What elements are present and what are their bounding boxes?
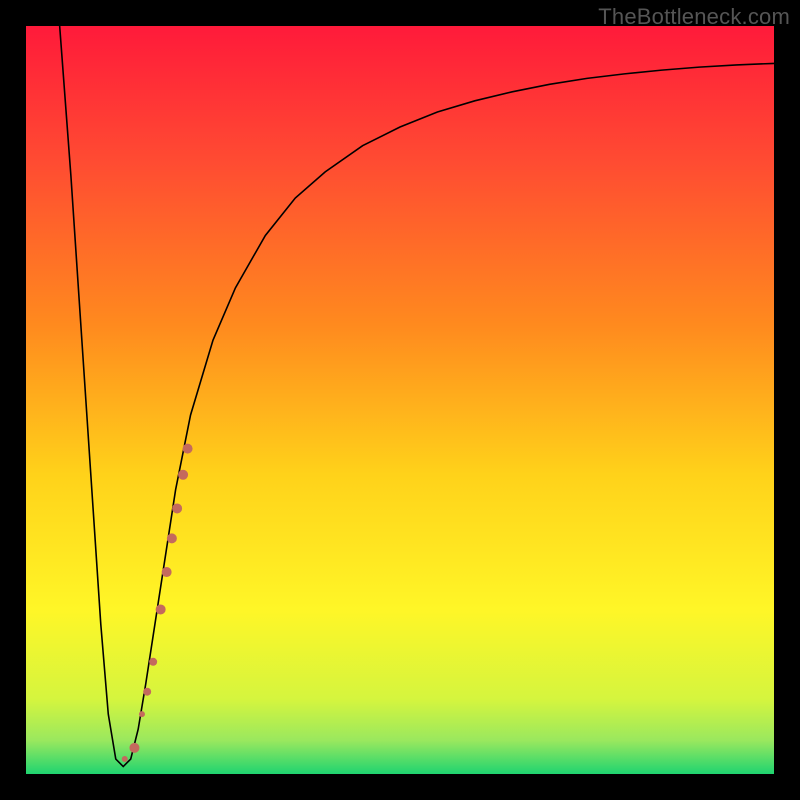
data-point: [178, 470, 188, 480]
watermark-text: TheBottleneck.com: [598, 4, 790, 30]
data-point: [122, 756, 128, 762]
data-point: [149, 658, 157, 666]
data-point: [183, 444, 193, 454]
data-point: [162, 567, 172, 577]
chart-svg: [26, 26, 774, 774]
data-point: [172, 503, 182, 513]
data-point: [129, 743, 139, 753]
data-point: [156, 604, 166, 614]
data-point: [167, 533, 177, 543]
gradient-background: [26, 26, 774, 774]
plot-area: [26, 26, 774, 774]
data-point: [139, 711, 145, 717]
data-point: [143, 688, 151, 696]
chart-frame: TheBottleneck.com: [0, 0, 800, 800]
